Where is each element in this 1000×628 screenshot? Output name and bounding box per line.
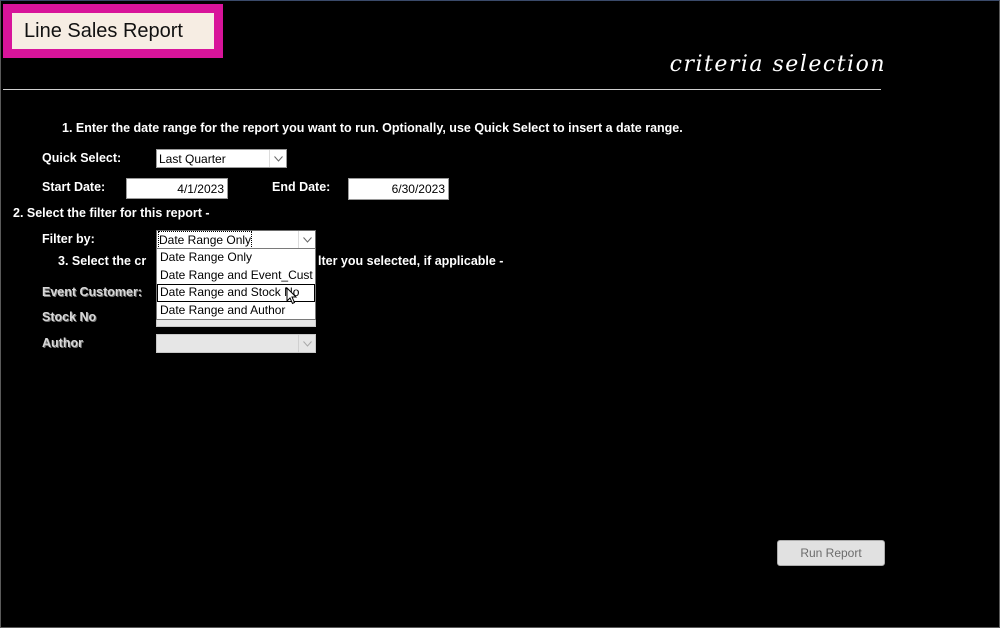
report-form-window bbox=[0, 0, 1000, 628]
end-date-label: End Date: bbox=[272, 180, 331, 194]
chevron-down-icon[interactable] bbox=[298, 231, 315, 248]
start-date-field[interactable]: 4/1/2023 bbox=[126, 178, 228, 199]
title-badge: Line Sales Report bbox=[3, 4, 223, 58]
start-date-value: 4/1/2023 bbox=[177, 182, 224, 196]
end-date-field[interactable]: 6/30/2023 bbox=[348, 178, 449, 200]
step1-instruction: 1. Enter the date range for the report y… bbox=[62, 121, 683, 135]
quick-select-combo[interactable]: Last Quarter bbox=[156, 149, 287, 168]
author-combo[interactable] bbox=[156, 334, 316, 353]
quick-select-label: Quick Select: bbox=[42, 151, 122, 165]
criteria-selection-subtitle: criteria selection bbox=[669, 52, 886, 77]
step3-instruction-end: lter you selected, if applicable - bbox=[318, 254, 504, 268]
filter-option-date-range-only[interactable]: Date Range Only bbox=[157, 249, 315, 267]
start-date-label: Start Date: bbox=[42, 180, 106, 194]
filter-by-combo[interactable]: Date Range Only bbox=[156, 230, 316, 249]
report-title: Line Sales Report bbox=[12, 13, 214, 49]
quick-select-value: Last Quarter bbox=[159, 152, 226, 166]
author-label: Author bbox=[42, 336, 83, 350]
run-report-button[interactable]: Run Report bbox=[777, 540, 885, 566]
event-customer-label: Event Customer: bbox=[42, 285, 143, 299]
header-divider bbox=[3, 89, 881, 90]
filter-by-value: Date Range Only bbox=[157, 231, 253, 249]
chevron-down-icon[interactable] bbox=[298, 335, 315, 352]
end-date-value: 6/30/2023 bbox=[391, 182, 445, 196]
filter-by-dropdown-list: Date Range Only Date Range and Event_Cus… bbox=[156, 248, 316, 320]
step3-instruction-start: 3. Select the cr bbox=[58, 254, 147, 268]
step2-instruction: 2. Select the filter for this report - bbox=[13, 206, 210, 220]
filter-option-event-customer[interactable]: Date Range and Event_Cust bbox=[157, 267, 315, 285]
chevron-down-icon[interactable] bbox=[269, 150, 286, 167]
filter-by-label: Filter by: bbox=[42, 232, 95, 246]
stock-no-label: Stock No bbox=[42, 310, 97, 324]
